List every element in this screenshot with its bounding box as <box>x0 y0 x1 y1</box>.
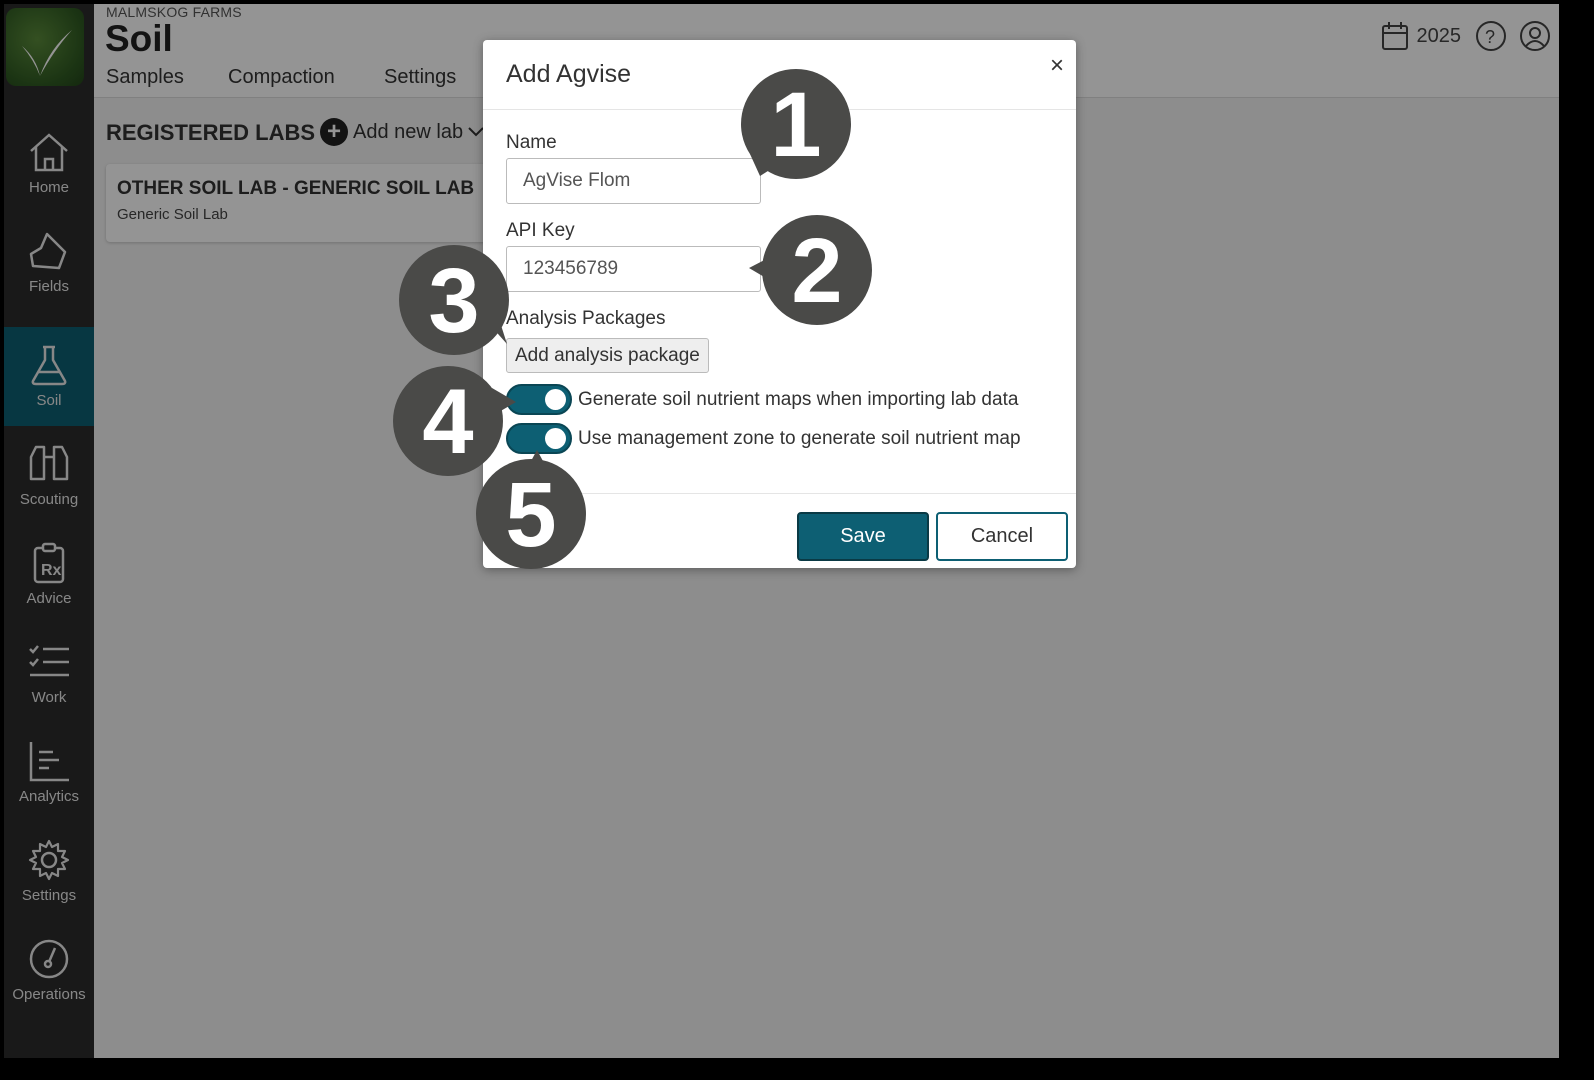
close-icon[interactable]: × <box>1050 52 1064 80</box>
app-frame: Home Fields Soil Scouting Rx Advice Work… <box>4 4 1559 1058</box>
generate-maps-label: Generate soil nutrient maps when importi… <box>578 388 1019 410</box>
toggle-row-generate-maps: Generate soil nutrient maps when importi… <box>506 384 1018 415</box>
toggle-knob <box>545 389 566 410</box>
save-button[interactable]: Save <box>797 512 929 561</box>
api-key-label: API Key <box>506 220 575 241</box>
cancel-button[interactable]: Cancel <box>936 512 1068 561</box>
divider <box>483 493 1076 494</box>
management-zone-label: Use management zone to generate soil nut… <box>578 427 1021 449</box>
analysis-packages-label: Analysis Packages <box>506 308 666 329</box>
generate-maps-toggle[interactable] <box>506 384 572 415</box>
toggle-row-management-zone: Use management zone to generate soil nut… <box>506 423 1021 454</box>
management-zone-toggle[interactable] <box>506 423 572 454</box>
dialog-title: Add Agvise <box>506 60 632 88</box>
api-key-field[interactable] <box>506 246 761 292</box>
add-analysis-package-button[interactable]: Add analysis package <box>506 338 709 373</box>
name-field[interactable] <box>506 158 761 204</box>
name-label: Name <box>506 132 557 153</box>
add-agvise-dialog: Add Agvise × Name API Key Analysis Packa… <box>483 40 1076 568</box>
divider <box>483 109 1076 110</box>
toggle-knob <box>545 428 566 449</box>
